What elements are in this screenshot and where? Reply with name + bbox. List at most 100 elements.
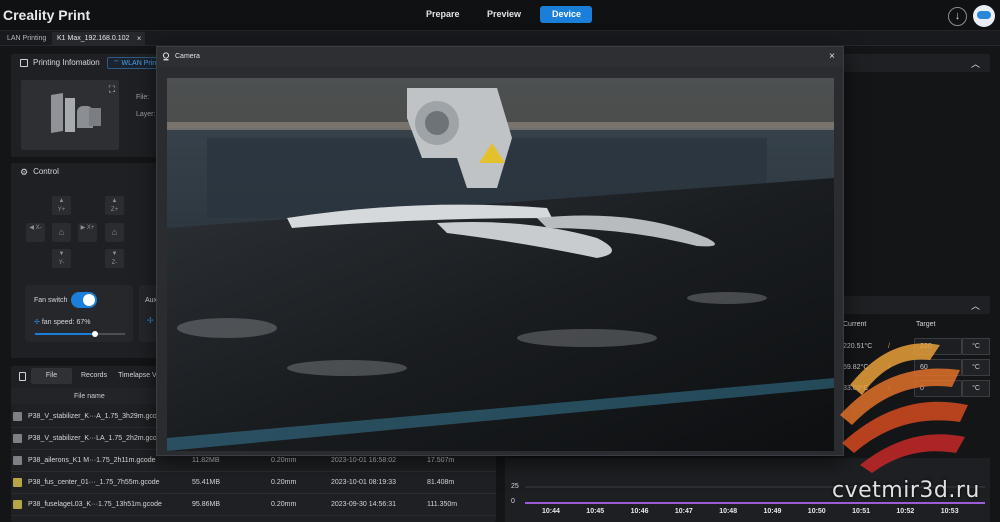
model-file-icon [13,434,22,443]
jog-z-plus-label: Z+ [110,207,119,213]
model-file-icon [13,500,22,509]
x-tick-label: 10:47 [674,508,693,515]
nav-device-button[interactable]: Device [540,6,592,23]
camera-modal: Camera × [156,46,844,456]
fan-speed-slider[interactable] [35,331,125,337]
model-file-icon [13,412,22,421]
table-row[interactable]: P38_fus_center_01···_1.75_7h55m.gcode 55.… [11,472,496,494]
main-nav: Prepare Preview Device [414,6,592,23]
fan-speed-slider-thumb[interactable] [92,331,99,337]
nav-prepare-button[interactable]: Prepare [414,6,471,23]
table-row[interactable]: P38_fuselageL03_K···1.75_13h51m.gcode 95.… [11,494,496,516]
avatar[interactable] [973,5,995,27]
fan-switch-toggle[interactable] [71,292,97,308]
layer-label: Layer: [136,111,156,118]
tab-k1-max[interactable]: K1 Max_192.168.0.102 × [52,32,146,45]
watermark-logo [840,343,968,473]
home-xy-icon[interactable]: ⌂ [52,223,71,242]
camera-modal-header: Camera × [157,47,843,67]
file-length-cell: 111.350m [427,501,458,508]
device-tabs: LAN Printing K1 Max_192.168.0.102 × [0,31,1000,46]
file-tabs: File Records Timelapse V [31,368,159,384]
y-tick-label: 25 [511,483,519,490]
fan-speed-text: ✢ fan speed: 67% [34,318,90,326]
file-size-cell: 55.41MB [192,479,221,486]
top-bar: Creality Print Prepare Preview Device ↓ [0,0,1000,31]
file-icon [19,372,26,381]
jog-y-plus-label: Y+ [57,207,66,213]
fan-icon: ✢ [34,319,40,326]
jog-x-plus-label: X+ [86,225,95,231]
file-size-cell: 95.86MB [192,501,221,508]
thumbnail-model [89,108,101,126]
gear-icon: ⚙ [20,167,29,177]
download-icon[interactable]: ↓ [948,7,967,26]
file-length-cell: 81.408m [427,479,455,486]
printing-info-title: Printing Infomation [33,58,100,67]
tab-timelapse[interactable]: Timelapse V [116,368,159,384]
model-file-icon [13,456,22,465]
file-date-cell: 2023-10-01 16:58:02 [331,457,396,464]
printer-icon [20,59,28,67]
x-tick-label: 10:48 [719,508,738,515]
print-thumbnail: ⛶ [21,80,119,150]
file-date-cell: 2023-09-30 14:56:31 [331,501,396,508]
camera-feed [167,78,834,451]
x-tick-label: 10:44 [542,508,560,515]
control-panel: ⚙ Control ▲ Y+ ▲ Z+ ◀ X- ⌂ ▶ X+ ⌂ ▼ Y- ▼ Z- … [11,163,166,358]
tab-file[interactable]: File [31,368,72,384]
jog-x-plus-button[interactable]: ▶ X+ [78,223,97,242]
fan-switch-label: Fan switch [34,297,68,304]
expand-icon[interactable]: ⛶ [109,84,115,95]
close-icon[interactable]: × [137,32,142,45]
temperature-panel-header: ︿ [842,296,990,314]
home-z-icon[interactable]: ⌂ [105,223,124,242]
file-date-cell: 2023-10-01 08:19:33 [331,479,396,486]
jog-z-plus-button[interactable]: ▲ Z+ [105,196,124,215]
jog-y-plus-button[interactable]: ▲ Y+ [52,196,71,215]
thumbnail-model [51,92,63,134]
tab-k1-max-label: K1 Max_192.168.0.102 [57,35,130,42]
app-title: Creality Print [3,7,91,23]
jog-z-minus-button[interactable]: ▼ Z- [105,249,124,268]
chevron-up-icon[interactable]: ︿ [971,299,980,312]
tab-lan-printing[interactable]: LAN Printing [2,32,51,45]
jog-x-minus-button[interactable]: ◀ X- [26,223,45,242]
file-length-cell: 17.507m [427,457,455,464]
file-name-cell: P38_fuselageL03_K···1.75_13h51m.gcode [28,501,162,508]
right-top-panel-header: ︿ [842,54,990,72]
file-name-cell: P38_ailerons_K1 M···1.75_2h11m.gcode [28,457,156,464]
jog-x-minus-label: X- [35,225,42,231]
camera-icon [162,52,170,61]
jog-y-minus-label: Y- [58,260,65,266]
fan-speed-slider-fill [35,333,96,335]
tab-records[interactable]: Records [72,368,116,384]
chevron-up-icon[interactable]: ︿ [971,57,980,70]
fan-card: Fan switch ✢ fan speed: 67% [25,285,133,342]
x-tick-label: 10:53 [940,508,959,515]
close-icon[interactable]: × [829,51,835,62]
camera-modal-title: Camera [175,53,200,60]
x-tick-label: 10:49 [763,508,782,515]
watermark-text: cvetmir3d.ru [832,478,980,503]
y-tick-label: 0 [511,498,515,505]
file-name-cell: P38_V_stabilizer_K···LA_1.75_2h2m.gcode [28,435,165,442]
nav-preview-button[interactable]: Preview [475,6,532,23]
file-name-cell: P38_V_stabilizer_K···A_1.75_3h29m.gcode [28,413,165,420]
control-title: Control [33,167,59,176]
printing-info-panel: Printing Infomation ⌔ WLAN Print ⛶ File:… [11,54,166,157]
file-layer-cell: 0.20mm [271,479,297,486]
jog-y-minus-button[interactable]: ▼ Y- [52,249,71,268]
fan-speed-label: fan speed: 67% [41,319,91,326]
jog-z-minus-label: Z- [111,260,118,266]
wifi-icon: ⌔ [113,60,122,67]
fan-icon: ✢ [147,316,154,325]
x-tick-label: 10:45 [586,508,605,515]
thumbnail-model [65,98,75,132]
x-tick-label: 10:50 [807,508,826,515]
file-label: File: [136,94,150,101]
x-tick-label: 10:51 [852,508,870,515]
file-name-cell: P38_fus_center_01···_1.75_7h55m.gcode [28,479,160,486]
model-file-icon [13,478,22,487]
file-size-cell: 11.82MB [192,457,220,464]
